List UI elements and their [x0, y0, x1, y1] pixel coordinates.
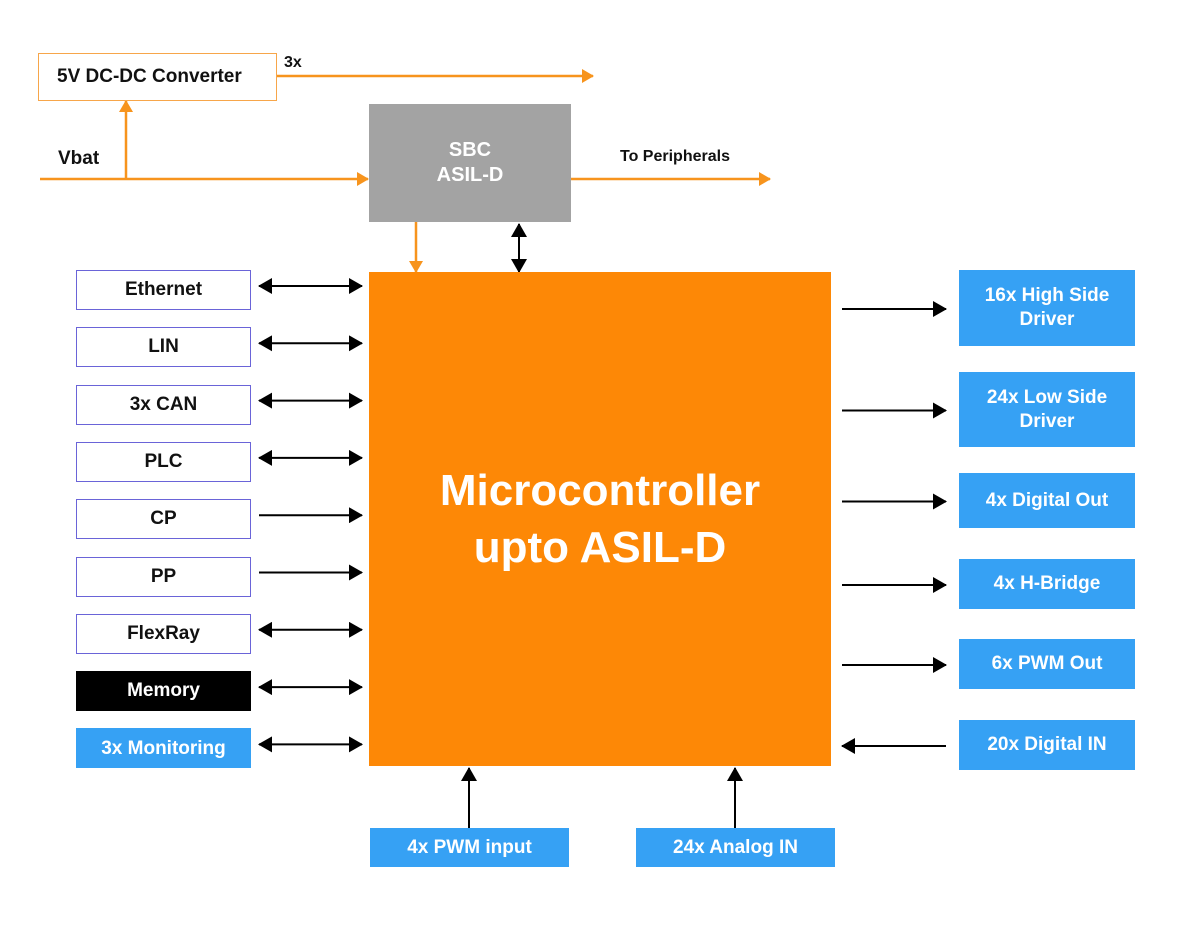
output-label-line1: 4x Digital Out	[985, 489, 1109, 511]
to-peripherals-label: To Peripherals	[620, 148, 730, 165]
interface-box-3x-can: 3x CAN	[76, 384, 251, 425]
output-box-20x-digital-in: 20x Digital IN	[959, 720, 1135, 770]
output-label-line2: Driver	[1019, 410, 1075, 432]
sbc-box: SBC ASIL-D	[369, 104, 571, 222]
interface-label: 3x CAN	[129, 393, 198, 415]
interface-box-flexray: FlexRay	[76, 613, 251, 654]
interface-label: 3x Monitoring	[101, 737, 226, 759]
interface-label: PLC	[144, 451, 183, 473]
interface-box-ethernet: Ethernet	[76, 270, 251, 310]
output-box-16x-high-side-driver: 16x High Side Driver	[959, 270, 1135, 346]
input-box-24x-analog-in: 24x Analog IN	[636, 828, 835, 867]
sbc-label-line2: ASIL-D	[436, 164, 504, 186]
microcontroller-box: Microcontroller upto ASIL-D	[369, 272, 831, 766]
interface-label: FlexRay	[127, 622, 200, 644]
input-box-4x-pwm-input: 4x PWM input	[370, 828, 569, 867]
interface-label: PP	[150, 565, 177, 587]
output-box-6x-pwm-out: 6x PWM Out	[959, 639, 1135, 689]
output-box-24x-low-side-driver: 24x Low Side Driver	[959, 372, 1135, 447]
output-box-4x-digital-out: 4x Digital Out	[959, 473, 1135, 528]
microcontroller-label-line1: Microcontroller	[439, 465, 761, 515]
output-label-line2: Driver	[1019, 309, 1075, 330]
output-label-line1: 24x Low Side	[986, 386, 1108, 408]
input-label: 4x PWM input	[407, 836, 532, 858]
output-label-line1: 16x High Side	[984, 285, 1110, 307]
sbc-label-line1: SBC	[448, 139, 492, 161]
input-label: 24x Analog IN	[673, 836, 798, 858]
interface-label: CP	[150, 508, 177, 530]
interface-box-plc: PLC	[76, 441, 251, 482]
vbat-label: Vbat	[58, 148, 100, 169]
output-label-line1: 6x PWM Out	[991, 653, 1103, 675]
output-label-line1: 20x Digital IN	[987, 734, 1107, 756]
output-label-line1: 4x H-Bridge	[993, 573, 1101, 595]
interface-box-cp: CP	[76, 499, 251, 540]
converter-output-label: 3x	[284, 54, 302, 71]
microcontroller-label-line2: upto ASIL-D	[473, 523, 727, 572]
interface-label: Ethernet	[124, 279, 203, 301]
interface-box-pp: PP	[76, 556, 251, 597]
output-box-4x-h-bridge: 4x H-Bridge	[959, 559, 1135, 609]
interface-box-3x-monitoring: 3x Monitoring	[76, 728, 251, 769]
dc-dc-converter-box: 5V DC-DC Converter	[38, 53, 277, 101]
interface-label: LIN	[148, 336, 179, 358]
interface-box-lin: LIN	[76, 327, 251, 368]
interface-box-memory: Memory	[76, 671, 251, 712]
dc-dc-converter-label: 5V DC-DC Converter	[57, 66, 242, 88]
interface-label: Memory	[127, 680, 200, 702]
